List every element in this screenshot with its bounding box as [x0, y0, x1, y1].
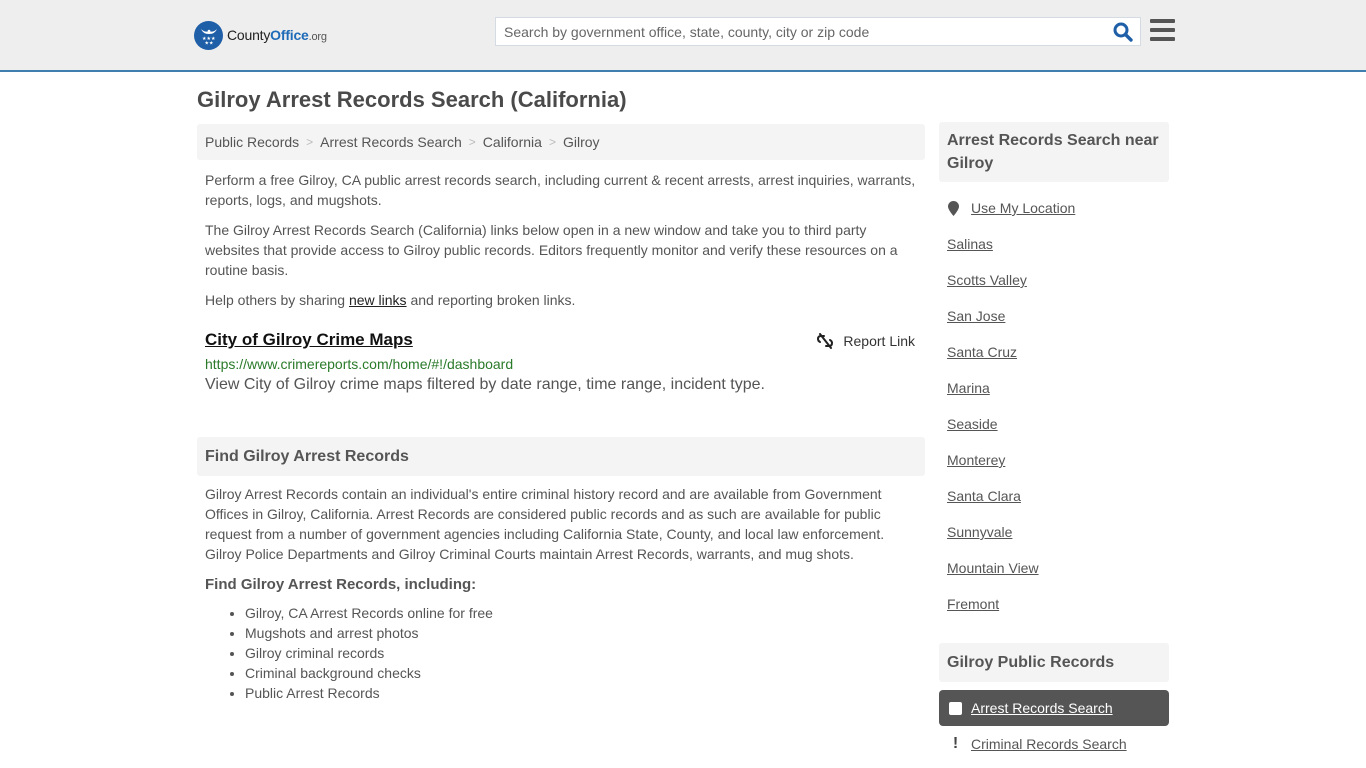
nearby-city-item: Fremont — [947, 586, 1161, 622]
nearby-list: Use My Location Salinas Scotts Valley Sa… — [939, 190, 1169, 622]
map-pin-icon — [947, 200, 959, 216]
logo-text: CountyOffice.org — [227, 27, 327, 43]
public-records-heading: Gilroy Public Records — [939, 643, 1169, 682]
search-icon[interactable] — [1112, 21, 1134, 43]
breadcrumb: Public Records > Arrest Records Search >… — [197, 124, 925, 160]
city-link-fremont[interactable]: Fremont — [947, 596, 999, 612]
sidebar: Arrest Records Search near Gilroy Use My… — [939, 122, 1169, 762]
city-link-mountain-view[interactable]: Mountain View — [947, 560, 1039, 576]
criminal-records-search-link[interactable]: Criminal Records Search — [971, 736, 1127, 752]
breadcrumb-separator: > — [548, 135, 556, 149]
svg-text:★★: ★★ — [204, 41, 213, 47]
city-link-scotts-valley[interactable]: Scotts Valley — [947, 272, 1027, 288]
breadcrumb-arrest-records-search[interactable]: Arrest Records Search — [320, 134, 462, 150]
eagle-stars-icon: ★★★ ★★ — [194, 20, 223, 50]
category-arrest-records-active[interactable]: Arrest Records Search — [939, 690, 1169, 726]
nearby-city-item: Mountain View — [947, 550, 1161, 586]
city-link-salinas[interactable]: Salinas — [947, 236, 993, 252]
breadcrumb-california[interactable]: California — [483, 134, 542, 150]
nearby-city-item: Santa Clara — [947, 478, 1161, 514]
arrest-records-search-link[interactable]: Arrest Records Search — [971, 700, 1113, 716]
use-my-location-link[interactable]: Use My Location — [971, 200, 1075, 216]
search-box — [495, 17, 1141, 46]
use-my-location: Use My Location — [947, 190, 1161, 226]
city-link-marina[interactable]: Marina — [947, 380, 990, 396]
breadcrumb-separator: > — [306, 135, 314, 149]
category-criminal-records[interactable]: ! Criminal Records Search — [939, 726, 1169, 762]
nearby-heading: Arrest Records Search near Gilroy — [939, 122, 1169, 182]
broken-link-icon — [817, 333, 834, 349]
intro: Perform a free Gilroy, CA public arrest … — [197, 170, 925, 310]
city-link-san-jose[interactable]: San Jose — [947, 308, 1005, 324]
nearby-city-item: San Jose — [947, 298, 1161, 334]
intro-disclaimer: The Gilroy Arrest Records Search (Califo… — [205, 222, 898, 278]
list-item: Mugshots and arrest photos — [245, 623, 925, 643]
nearby-city-item: Marina — [947, 370, 1161, 406]
nearby-city-item: Sunnyvale — [947, 514, 1161, 550]
breadcrumb-separator: > — [468, 135, 476, 149]
find-records-list: Gilroy, CA Arrest Records online for fre… — [197, 603, 925, 703]
share-links-note: Help others by sharing new links and rep… — [205, 292, 576, 308]
exclamation-icon: ! — [952, 735, 959, 752]
find-records-body: Gilroy Arrest Records contain an individ… — [205, 486, 885, 562]
nearby-city-item: Monterey — [947, 442, 1161, 478]
city-link-santa-cruz[interactable]: Santa Cruz — [947, 344, 1017, 360]
site-logo[interactable]: ★★★ ★★ CountyOffice.org — [194, 20, 327, 50]
hamburger-menu-icon[interactable] — [1150, 19, 1175, 42]
list-item: Gilroy, CA Arrest Records online for fre… — [245, 603, 925, 623]
find-records-subheading: Find Gilroy Arrest Records, including: — [205, 576, 477, 593]
resource-url: https://www.crimereports.com/home/#!/das… — [205, 356, 514, 372]
list-item: Gilroy criminal records — [245, 643, 925, 663]
square-icon — [949, 701, 962, 715]
city-link-monterey[interactable]: Monterey — [947, 452, 1005, 468]
nearby-city-item: Salinas — [947, 226, 1161, 262]
city-link-seaside[interactable]: Seaside — [947, 416, 998, 432]
breadcrumb-public-records[interactable]: Public Records — [205, 134, 299, 150]
list-item: Criminal background checks — [245, 663, 925, 683]
breadcrumb-gilroy[interactable]: Gilroy — [563, 134, 600, 150]
nearby-city-item: Seaside — [947, 406, 1161, 442]
resource-description: View City of Gilroy crime maps filtered … — [205, 376, 765, 393]
search-input[interactable] — [496, 18, 1096, 45]
nearby-city-item: Scotts Valley — [947, 262, 1161, 298]
city-link-sunnyvale[interactable]: Sunnyvale — [947, 524, 1012, 540]
city-link-santa-clara[interactable]: Santa Clara — [947, 488, 1021, 504]
intro-paragraph: Perform a free Gilroy, CA public arrest … — [205, 172, 916, 208]
list-item: Public Arrest Records — [245, 683, 925, 703]
report-link-button[interactable]: Report Link — [817, 333, 915, 349]
find-records-heading: Find Gilroy Arrest Records — [197, 437, 925, 476]
page-title: Gilroy Arrest Records Search (California… — [197, 87, 627, 112]
site-header: ★★★ ★★ CountyOffice.org — [0, 0, 1366, 72]
new-links-link[interactable]: new links — [349, 292, 407, 308]
main-content: Public Records > Arrest Records Search >… — [197, 124, 925, 703]
resource-title-link[interactable]: City of Gilroy Crime Maps — [205, 330, 413, 350]
resource-card: City of Gilroy Crime Maps Report Link ht… — [197, 330, 925, 394]
nearby-city-item: Santa Cruz — [947, 334, 1161, 370]
